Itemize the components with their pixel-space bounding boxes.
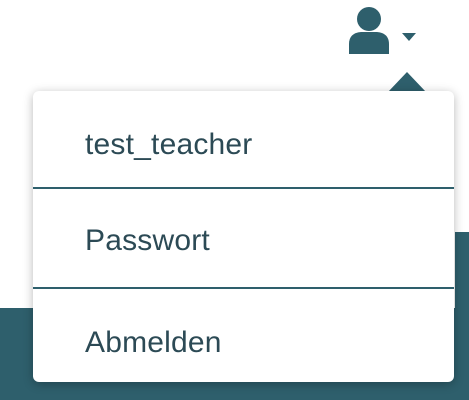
menu-item-logout[interactable]: Abmelden — [33, 296, 454, 390]
background-panel-edge — [455, 232, 469, 400]
caret-down-icon — [402, 33, 416, 41]
user-menu-button[interactable] — [340, 0, 430, 60]
dropdown-pointer — [388, 72, 426, 92]
menu-divider — [33, 187, 454, 189]
menu-divider — [33, 287, 454, 289]
user-dropdown-menu: test_teacher Passwort Abmelden — [33, 91, 454, 382]
menu-item-username-label: test_teacher — [85, 128, 253, 161]
user-icon — [349, 7, 389, 54]
menu-item-password-label: Passwort — [85, 224, 210, 257]
menu-item-logout-label: Abmelden — [85, 326, 222, 359]
menu-item-username[interactable]: test_teacher — [33, 98, 454, 192]
menu-item-password[interactable]: Passwort — [33, 194, 454, 288]
page: test_teacher Passwort Abmelden — [0, 0, 469, 400]
